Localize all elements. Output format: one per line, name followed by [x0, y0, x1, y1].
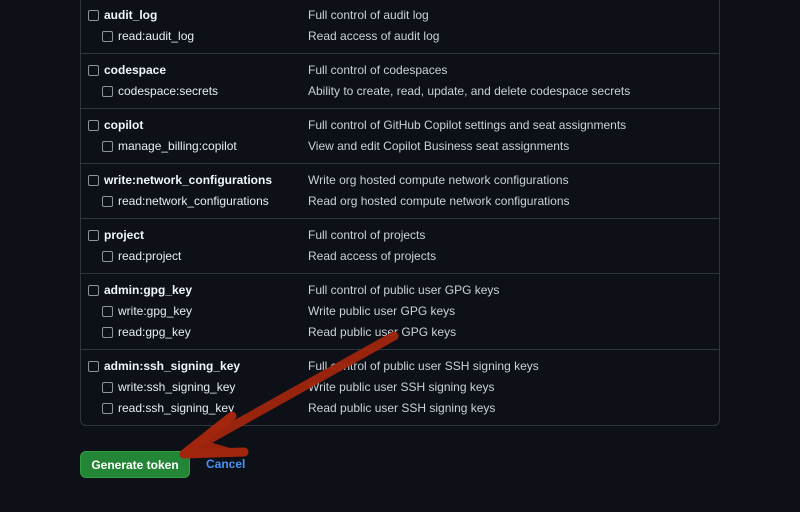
scope-description: Read public user GPG keys: [308, 325, 457, 339]
scope-row[interactable]: write:gpg_key Write public user GPG keys: [81, 301, 719, 322]
scope-description: View and edit Copilot Business seat assi…: [308, 139, 570, 153]
scope-description: Read org hosted compute network configur…: [308, 194, 570, 208]
scope-description: Write org hosted compute network configu…: [308, 173, 569, 187]
scope-row[interactable]: read:network_configurations Read org hos…: [81, 191, 719, 212]
scope-checkbox[interactable]: [88, 120, 99, 131]
scope-checkbox[interactable]: [88, 175, 99, 186]
scope-description: Read public user SSH signing keys: [308, 401, 496, 415]
scope-row[interactable]: audit_log Full control of audit log: [81, 5, 719, 26]
scope-row[interactable]: read:gpg_key Read public user GPG keys: [81, 322, 719, 343]
scope-name: read:network_configurations: [118, 194, 269, 208]
scope-description: Full control of projects: [308, 228, 426, 242]
scope-name: manage_billing:copilot: [118, 139, 237, 153]
scope-name: codespace:secrets: [118, 84, 219, 98]
scope-checkbox[interactable]: [88, 10, 99, 21]
scope-checkbox[interactable]: [102, 403, 113, 414]
scope-row[interactable]: write:network_configurations Write org h…: [81, 170, 719, 191]
scope-checkbox[interactable]: [102, 86, 113, 97]
scope-group-project: project Full control of projects read:pr…: [81, 218, 719, 273]
scope-row[interactable]: project Full control of projects: [81, 225, 719, 246]
scope-checkbox[interactable]: [88, 285, 99, 296]
scope-row[interactable]: read:audit_log Read access of audit log: [81, 26, 719, 47]
scope-group-ssh-signing-key: admin:ssh_signing_key Full control of pu…: [81, 349, 719, 425]
scope-name: admin:gpg_key: [104, 283, 193, 297]
scope-checkbox[interactable]: [102, 327, 113, 338]
generate-token-button[interactable]: Generate token: [80, 451, 190, 478]
scope-group-copilot: copilot Full control of GitHub Copilot s…: [81, 108, 719, 163]
scope-group-gpg-key: admin:gpg_key Full control of public use…: [81, 273, 719, 349]
scope-name: project: [104, 228, 145, 242]
scope-checkbox[interactable]: [102, 31, 113, 42]
scope-name: copilot: [104, 118, 144, 132]
scope-description: Full control of GitHub Copilot settings …: [308, 118, 627, 132]
scope-description: Full control of public user GPG keys: [308, 283, 500, 297]
scope-group-audit-log: audit_log Full control of audit log read…: [81, 0, 719, 53]
scope-checkbox[interactable]: [102, 251, 113, 262]
scope-row[interactable]: codespace:secrets Ability to create, rea…: [81, 81, 719, 102]
scope-row[interactable]: admin:gpg_key Full control of public use…: [81, 280, 719, 301]
scope-group-codespace: codespace Full control of codespaces cod…: [81, 53, 719, 108]
scope-checkbox[interactable]: [102, 141, 113, 152]
scope-checkbox[interactable]: [102, 196, 113, 207]
scope-name: admin:ssh_signing_key: [104, 359, 241, 373]
scope-checkbox[interactable]: [102, 306, 113, 317]
scopes-list: audit_log Full control of audit log read…: [80, 0, 720, 426]
scope-description: Write public user GPG keys: [308, 304, 456, 318]
scope-checkbox[interactable]: [88, 230, 99, 241]
scope-description: Read access of projects: [308, 249, 437, 263]
scope-name: write:ssh_signing_key: [118, 380, 236, 394]
scope-name: codespace: [104, 63, 167, 77]
scope-name: read:ssh_signing_key: [118, 401, 235, 415]
scope-name: write:gpg_key: [118, 304, 193, 318]
scope-description: Full control of codespaces: [308, 63, 448, 77]
scope-name: read:project: [118, 249, 182, 263]
scope-row[interactable]: write:ssh_signing_key Write public user …: [81, 377, 719, 398]
scope-checkbox[interactable]: [88, 361, 99, 372]
cancel-link[interactable]: Cancel: [206, 451, 245, 478]
scope-description: Read access of audit log: [308, 29, 440, 43]
scope-checkbox[interactable]: [88, 65, 99, 76]
scope-row[interactable]: admin:ssh_signing_key Full control of pu…: [81, 356, 719, 377]
scope-name: audit_log: [104, 8, 158, 22]
scope-name: read:gpg_key: [118, 325, 191, 339]
scope-row[interactable]: codespace Full control of codespaces: [81, 60, 719, 81]
scope-name: read:audit_log: [118, 29, 195, 43]
scope-group-network-configurations: write:network_configurations Write org h…: [81, 163, 719, 218]
scope-row[interactable]: read:project Read access of projects: [81, 246, 719, 267]
scope-row[interactable]: manage_billing:copilot View and edit Cop…: [81, 136, 719, 157]
scope-name: write:network_configurations: [104, 173, 273, 187]
scope-description: Full control of audit log: [308, 8, 429, 22]
scope-checkbox[interactable]: [102, 382, 113, 393]
scope-row[interactable]: copilot Full control of GitHub Copilot s…: [81, 115, 719, 136]
scope-description: Ability to create, read, update, and del…: [308, 84, 631, 98]
scope-description: Full control of public user SSH signing …: [308, 359, 539, 373]
scope-row[interactable]: read:ssh_signing_key Read public user SS…: [81, 398, 719, 419]
scope-description: Write public user SSH signing keys: [308, 380, 495, 394]
